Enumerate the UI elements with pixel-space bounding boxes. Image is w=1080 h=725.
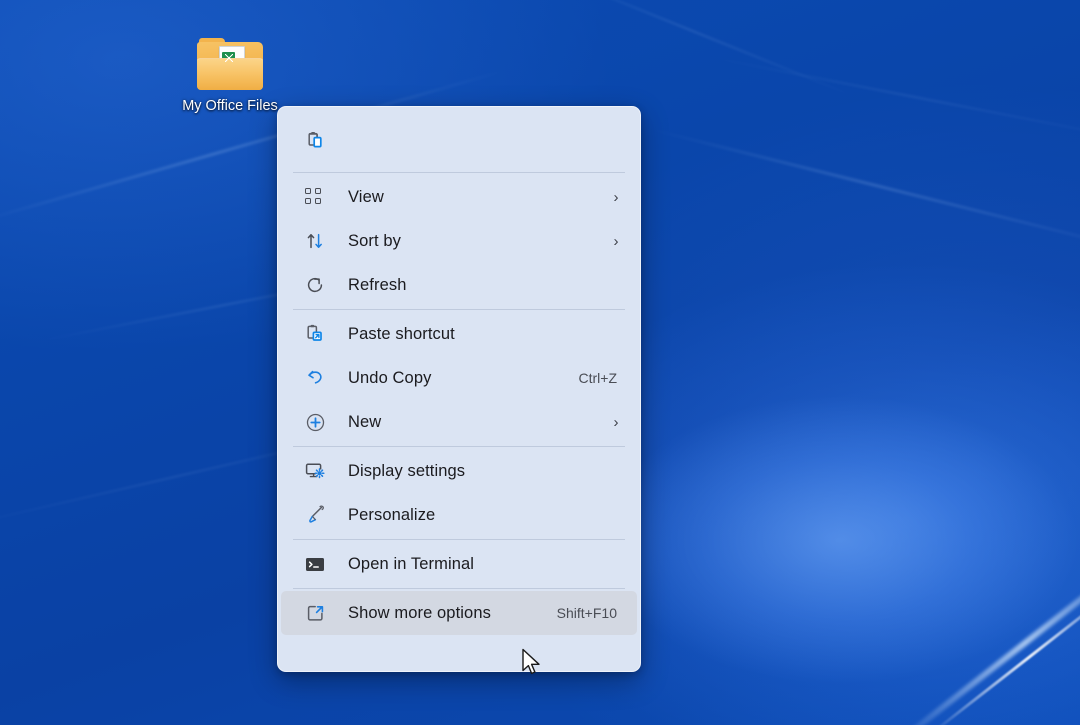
menu-item-paste-shortcut[interactable]: Paste shortcut (281, 312, 637, 356)
menu-item-label: Personalize (348, 506, 623, 525)
wallpaper-streak (704, 55, 1080, 147)
menu-item-label: Open in Terminal (348, 555, 623, 574)
terminal-icon (304, 553, 326, 575)
menu-item-open-in-terminal[interactable]: Open in Terminal (281, 542, 637, 586)
desktop-context-menu[interactable]: View › Sort by › Refresh (277, 106, 641, 672)
context-menu-clipboard-row[interactable] (281, 111, 637, 170)
menu-item-label: New (348, 413, 609, 432)
paste-clipboard-icon[interactable] (304, 130, 326, 152)
refresh-icon (304, 274, 326, 296)
menu-item-label: Paste shortcut (348, 325, 623, 344)
menu-separator (293, 309, 625, 310)
menu-item-label: Undo Copy (348, 369, 579, 388)
monitor-gear-icon (304, 460, 326, 482)
wallpaper-streak (931, 578, 1080, 725)
desktop-icon-label: My Office Files (182, 97, 278, 116)
desktop-icon-my-office-files[interactable]: My Office Files (176, 38, 284, 116)
plus-circle-icon (304, 411, 326, 433)
menu-item-undo-copy[interactable]: Undo Copy Ctrl+Z (281, 356, 637, 400)
menu-item-view[interactable]: View › (281, 175, 637, 219)
menu-item-shortcut: Shift+F10 (557, 605, 623, 621)
menu-item-display-settings[interactable]: Display settings (281, 449, 637, 493)
menu-item-label: Refresh (348, 276, 623, 295)
undo-icon (304, 367, 326, 389)
menu-separator (293, 539, 625, 540)
chevron-right-icon: › (609, 233, 623, 250)
menu-separator (293, 446, 625, 447)
show-more-options-icon (304, 602, 326, 624)
wallpaper-streak (552, 0, 859, 99)
paintbrush-icon (304, 504, 326, 526)
chevron-right-icon: › (609, 414, 623, 431)
menu-item-shortcut: Ctrl+Z (579, 370, 624, 386)
menu-separator (293, 588, 625, 589)
menu-item-label: View (348, 188, 609, 207)
menu-item-new[interactable]: New › (281, 400, 637, 444)
sort-arrows-icon (304, 230, 326, 252)
menu-item-label: Show more options (348, 604, 557, 623)
menu-item-refresh[interactable]: Refresh (281, 263, 637, 307)
menu-item-label: Sort by (348, 232, 609, 251)
folder-with-excel-document-icon (197, 38, 263, 90)
menu-item-sort-by[interactable]: Sort by › (281, 219, 637, 263)
chevron-right-icon: › (609, 189, 623, 206)
wallpaper-streak (893, 539, 1080, 725)
menu-item-label: Display settings (348, 462, 623, 481)
wallpaper-streak (647, 127, 1080, 256)
grid-view-icon (304, 186, 326, 208)
menu-item-personalize[interactable]: Personalize (281, 493, 637, 537)
menu-separator (293, 172, 625, 173)
paste-shortcut-icon (304, 323, 326, 345)
menu-item-show-more-options[interactable]: Show more options Shift+F10 (281, 591, 637, 635)
